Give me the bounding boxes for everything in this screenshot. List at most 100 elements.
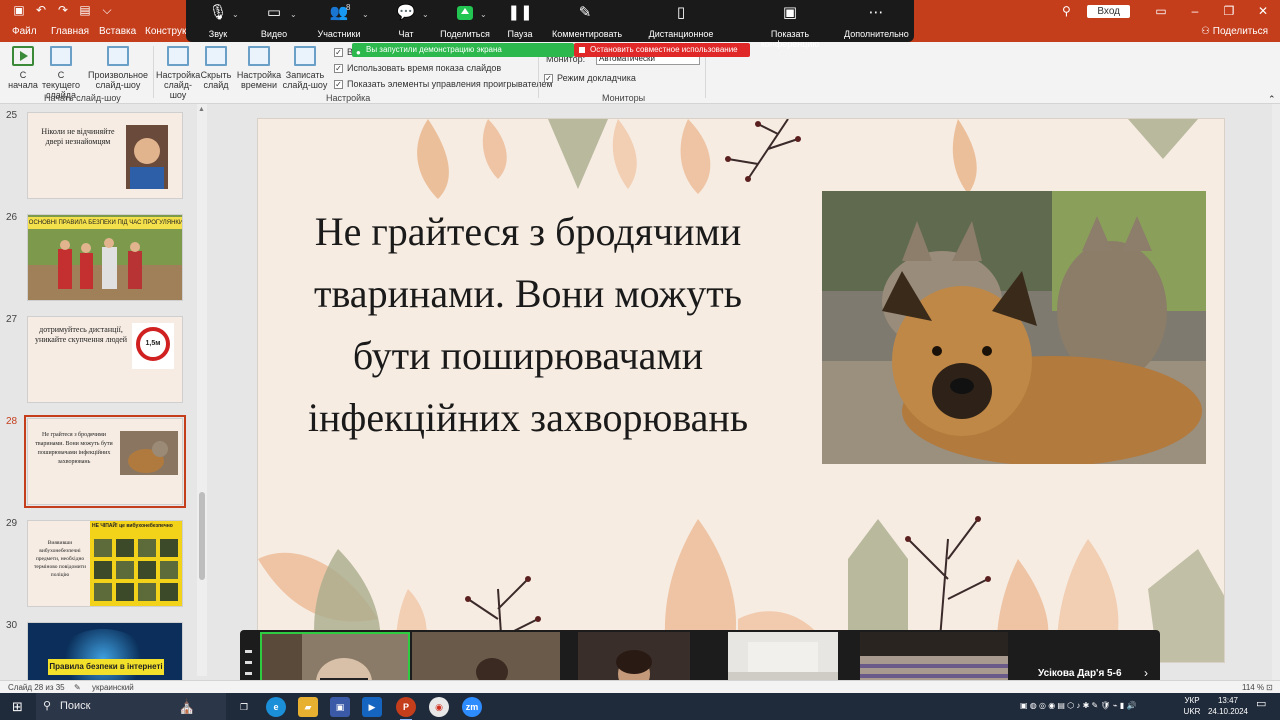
chat-button[interactable]: 💬 Чат: [388, 0, 424, 42]
checkbox-label: Показать элементы управления проигрывате…: [347, 79, 553, 89]
language-indicator[interactable]: украинский: [92, 683, 134, 692]
media-player-icon[interactable]: ▶: [362, 697, 382, 717]
participants-button[interactable]: 👥 Участники: [312, 0, 366, 42]
thumbnail-text: Правила безпеки в інтернеті: [48, 659, 164, 675]
pause-icon: ❚❚: [507, 4, 533, 21]
thumbnail-scrollbar[interactable]: [197, 104, 207, 676]
from-beginning-icon[interactable]: ▤: [78, 3, 92, 17]
chevron-down-icon[interactable]: ⌄: [422, 10, 429, 19]
slide-body-text[interactable]: Не грайтеся з бродячими тваринами. Вони …: [288, 201, 768, 449]
restore-icon[interactable]: ❐: [1212, 4, 1246, 18]
ribbon-display-icon[interactable]: ▭: [1144, 4, 1178, 18]
slide-thumbnail-25[interactable]: Ніколи не відчиняйте двері незнайомцям: [27, 112, 183, 199]
thumbnail-number: 28: [6, 416, 18, 427]
sharing-indicator-icon: ●: [356, 48, 361, 57]
minimize-icon[interactable]: –: [1178, 4, 1212, 18]
save-icon[interactable]: ▣: [12, 3, 26, 17]
sharing-banner-label: Вы запустили демонстрацию экрана: [366, 45, 502, 54]
stop-sharing-button[interactable]: Остановить совместное использование: [574, 43, 750, 57]
slide-thumbnail-29[interactable]: Виявивши вибухонебезпечні предмети, необ…: [27, 520, 183, 607]
chevron-down-icon[interactable]: ⌄: [290, 10, 297, 19]
slide-thumbnail-26[interactable]: ОСНОВНІ ПРАВИЛА БЕЗПЕКИ ПІД ЧАС ПРОГУЛЯН…: [27, 214, 183, 301]
video-button[interactable]: ▭ Видео: [256, 0, 292, 42]
checkbox-presenter-view[interactable]: ✓ Режим докладчика: [544, 73, 636, 83]
hide-slide-icon: [205, 46, 227, 66]
dog-and-cats-photo: [822, 191, 1206, 464]
checkbox-use-timings[interactable]: ✓ Использовать время показа слайдов: [334, 63, 501, 73]
share-screen-button[interactable]: Поделиться: [440, 0, 490, 42]
group-setup-label: Настройка: [326, 93, 371, 103]
taskbar-search-label: Поиск: [60, 700, 91, 712]
annotate-button[interactable]: ✎ Комментировать: [552, 0, 623, 42]
hide-slide-button[interactable]: Скрыть слайд: [200, 46, 232, 90]
show-meeting-button[interactable]: ▣ Показать конференцию: [744, 0, 836, 49]
zoom-level[interactable]: 114 %: [1242, 683, 1264, 692]
spellcheck-icon[interactable]: ✎: [74, 683, 81, 692]
from-current-button[interactable]: С текущего слайда: [38, 46, 84, 100]
tab-file[interactable]: Файл: [12, 26, 37, 37]
setup-show-button[interactable]: Настройка слайд-шоу: [156, 46, 200, 100]
notifications-icon[interactable]: ▭: [1256, 699, 1266, 710]
tab-design[interactable]: Конструкт: [145, 26, 191, 37]
share-button[interactable]: ⚇ Поделиться: [1201, 26, 1268, 37]
slide-thumbnail-28[interactable]: Не грайтеся з бродячими тваринами. Вони …: [24, 415, 186, 508]
remote-control-button[interactable]: ▯ Дистанционное управление: [626, 0, 736, 49]
show-meeting-icon: ▣: [782, 4, 798, 21]
file-explorer-icon[interactable]: ▰: [298, 697, 318, 717]
clock[interactable]: 13:47 24.10.2024: [1206, 695, 1250, 717]
close-icon[interactable]: ✕: [1246, 4, 1280, 18]
poster-header: НЕ ЧІПАЙ! це вибухонебезпечно: [92, 523, 173, 529]
tab-insert[interactable]: Вставка: [99, 26, 136, 37]
thumbnail-text: Не грайтеся з бродячими тваринами. Вони …: [35, 432, 113, 465]
divider: [153, 46, 154, 98]
chevron-right-icon[interactable]: ›: [1144, 666, 1148, 680]
tab-home[interactable]: Главная: [51, 26, 89, 37]
record-button[interactable]: Записать слайд-шоу: [282, 46, 328, 90]
share-screen-icon: [457, 6, 473, 20]
canvas-scrollbar[interactable]: [1272, 104, 1280, 680]
search-icon[interactable]: ⚲: [1051, 4, 1081, 18]
powerpoint-icon[interactable]: P: [396, 697, 416, 720]
current-slide[interactable]: Не грайтеся з бродячими тваринами. Вони …: [257, 118, 1225, 663]
checkbox-media-controls[interactable]: ✓ Показать элементы управления проигрыват…: [334, 79, 553, 89]
annotate-label: Комментировать: [552, 29, 623, 39]
slide-thumbnail-30[interactable]: Правила безпеки в інтернеті: [27, 622, 183, 680]
slide-thumbnail-27[interactable]: дотримуйтесь дистанції, уникайте скупчен…: [27, 316, 183, 403]
stop-sharing-label: Остановить совместное использование: [590, 45, 738, 54]
fit-slide-icon[interactable]: ⊡: [1266, 683, 1273, 692]
audio-button[interactable]: 🎙 Звук: [200, 0, 236, 42]
zoom-app-icon[interactable]: zm: [462, 697, 482, 717]
checkbox-checked-icon: ✓: [544, 73, 553, 83]
scroll-up-icon[interactable]: ▲: [198, 106, 205, 113]
rehearse-button[interactable]: Настройка времени: [236, 46, 282, 90]
participants-count: 8: [346, 3, 351, 12]
checkbox-narrations[interactable]: ✓ В: [334, 47, 353, 57]
edge-browser-icon[interactable]: e: [266, 697, 286, 717]
quick-access-toolbar: ▣ ↶ ↷ ▤ ⌵: [12, 3, 114, 17]
chevron-down-icon[interactable]: ⌄: [232, 10, 239, 19]
tray-icons[interactable]: ▣ ◍ ◎ ◉ ▤ ⬡ ♪ ✱ ✎ 🛡 ⌁ ▮ 🔊: [1020, 700, 1136, 711]
task-view-icon[interactable]: ❐: [234, 697, 254, 717]
customize-icon[interactable]: ⌵: [100, 3, 114, 17]
taskbar-search[interactable]: ⚲ Поиск ⛪: [36, 693, 226, 720]
pause-button[interactable]: ❚❚ Пауза: [504, 0, 536, 42]
redo-icon[interactable]: ↷: [56, 3, 70, 17]
chevron-down-icon[interactable]: ⌄: [480, 10, 487, 19]
record-icon: [294, 46, 316, 66]
chevron-down-icon[interactable]: ⌄: [362, 10, 369, 19]
language-switcher[interactable]: УКР UKR: [1182, 695, 1202, 717]
from-beginning-button[interactable]: С начала: [8, 46, 38, 90]
undo-icon[interactable]: ↶: [34, 3, 48, 17]
login-button[interactable]: Вход: [1087, 4, 1130, 18]
thumbnail-scrollbar-thumb[interactable]: [199, 492, 205, 580]
custom-show-button[interactable]: Произвольное слайд-шоу: [88, 46, 148, 90]
show-meeting-label: Показать конференцию: [760, 29, 820, 49]
person-icon: ⚇: [1201, 26, 1213, 37]
windows-start-icon[interactable]: ⊞: [12, 699, 23, 715]
save-app-icon[interactable]: ▣: [330, 697, 350, 717]
more-button[interactable]: ⋯ Дополнительно: [844, 0, 909, 42]
photo-image: [822, 191, 1206, 464]
zoom-control-bar: 🎙 Звук ⌄ ▭ Видео ⌄ 👥 Участники 8 ⌄ 💬 Чат…: [186, 0, 914, 49]
group-monitors-label: Мониторы: [602, 93, 646, 103]
chrome-icon[interactable]: ◉: [429, 697, 449, 717]
